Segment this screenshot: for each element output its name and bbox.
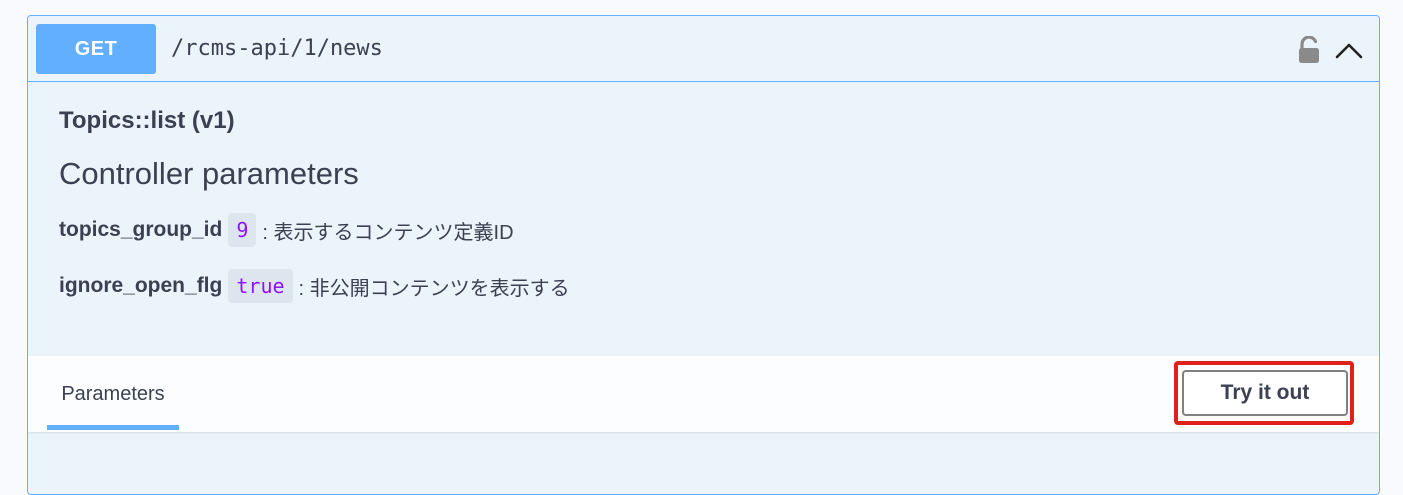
http-method-badge: GET	[36, 24, 156, 74]
operation-summary-title: Topics::list (v1)	[59, 107, 235, 134]
param-row: topics_group_id 9 : 表示するコンテンツ定義ID	[59, 211, 514, 249]
param-name: ignore_open_flg	[59, 274, 223, 297]
tab-parameters[interactable]: Parameters	[47, 356, 179, 430]
parameters-tab-header: Parameters Try it out	[28, 356, 1379, 432]
unlocked-padlock-icon[interactable]	[1297, 36, 1321, 64]
chevron-up-icon[interactable]	[1334, 39, 1364, 61]
try-it-out-button[interactable]: Try it out	[1182, 370, 1348, 416]
param-row: ignore_open_flg true : 非公開コンテンツを表示する	[59, 267, 570, 305]
param-name: topics_group_id	[59, 218, 223, 241]
controller-parameters-heading: Controller parameters	[59, 156, 359, 191]
endpoint-path: /rcms-api/1/news	[171, 36, 383, 61]
operation-block: GET /rcms-api/1/news Topics::list (v1) C…	[27, 15, 1380, 495]
param-value: 9	[228, 213, 257, 247]
operation-summary[interactable]: GET /rcms-api/1/news	[28, 16, 1379, 82]
param-description: : 表示するコンテンツ定義ID	[262, 221, 514, 244]
highlight-box: Try it out	[1174, 361, 1354, 425]
param-value: true	[228, 269, 293, 303]
param-description: : 非公開コンテンツを表示する	[298, 277, 570, 300]
